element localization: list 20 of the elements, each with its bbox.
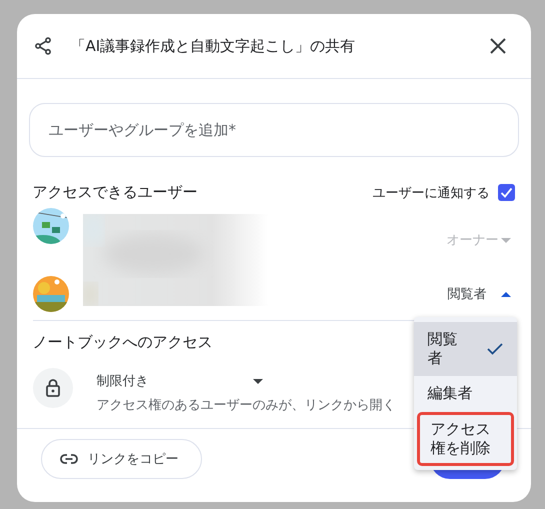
dialog-title: 「AI議事録作成と自動文字起こし」の共有 bbox=[70, 36, 356, 56]
access-dropdown[interactable]: 制限付き bbox=[96, 368, 262, 394]
menu-item[interactable]: アクセス権を削除 bbox=[416, 412, 514, 466]
checkbox-label: ユーザーに通知する bbox=[372, 184, 490, 202]
access-description: アクセス権のあるユーザーのみが、リンクから開く bbox=[96, 397, 396, 414]
caret-icon bbox=[252, 378, 262, 384]
caret-icon bbox=[500, 292, 510, 296]
notify-checkbox[interactable] bbox=[498, 184, 514, 201]
copy-link-button[interactable]: リンクをコピー bbox=[40, 439, 202, 479]
caret-icon bbox=[500, 238, 510, 242]
lock-icon bbox=[32, 368, 72, 408]
check-icon bbox=[486, 342, 502, 355]
section-heading: ノートブックへのアクセス bbox=[32, 333, 212, 352]
menu-item[interactable]: 編集者 bbox=[414, 376, 516, 410]
role-dropdown[interactable]: 閲覧者 bbox=[444, 285, 514, 303]
add-people-field[interactable]: ユーザーやグループを追加* bbox=[28, 103, 518, 157]
share-icon bbox=[32, 36, 52, 56]
section-heading: アクセスできるユーザー bbox=[32, 183, 198, 202]
menu-item[interactable]: 閲覧者 bbox=[414, 322, 516, 376]
link-icon bbox=[60, 454, 78, 464]
